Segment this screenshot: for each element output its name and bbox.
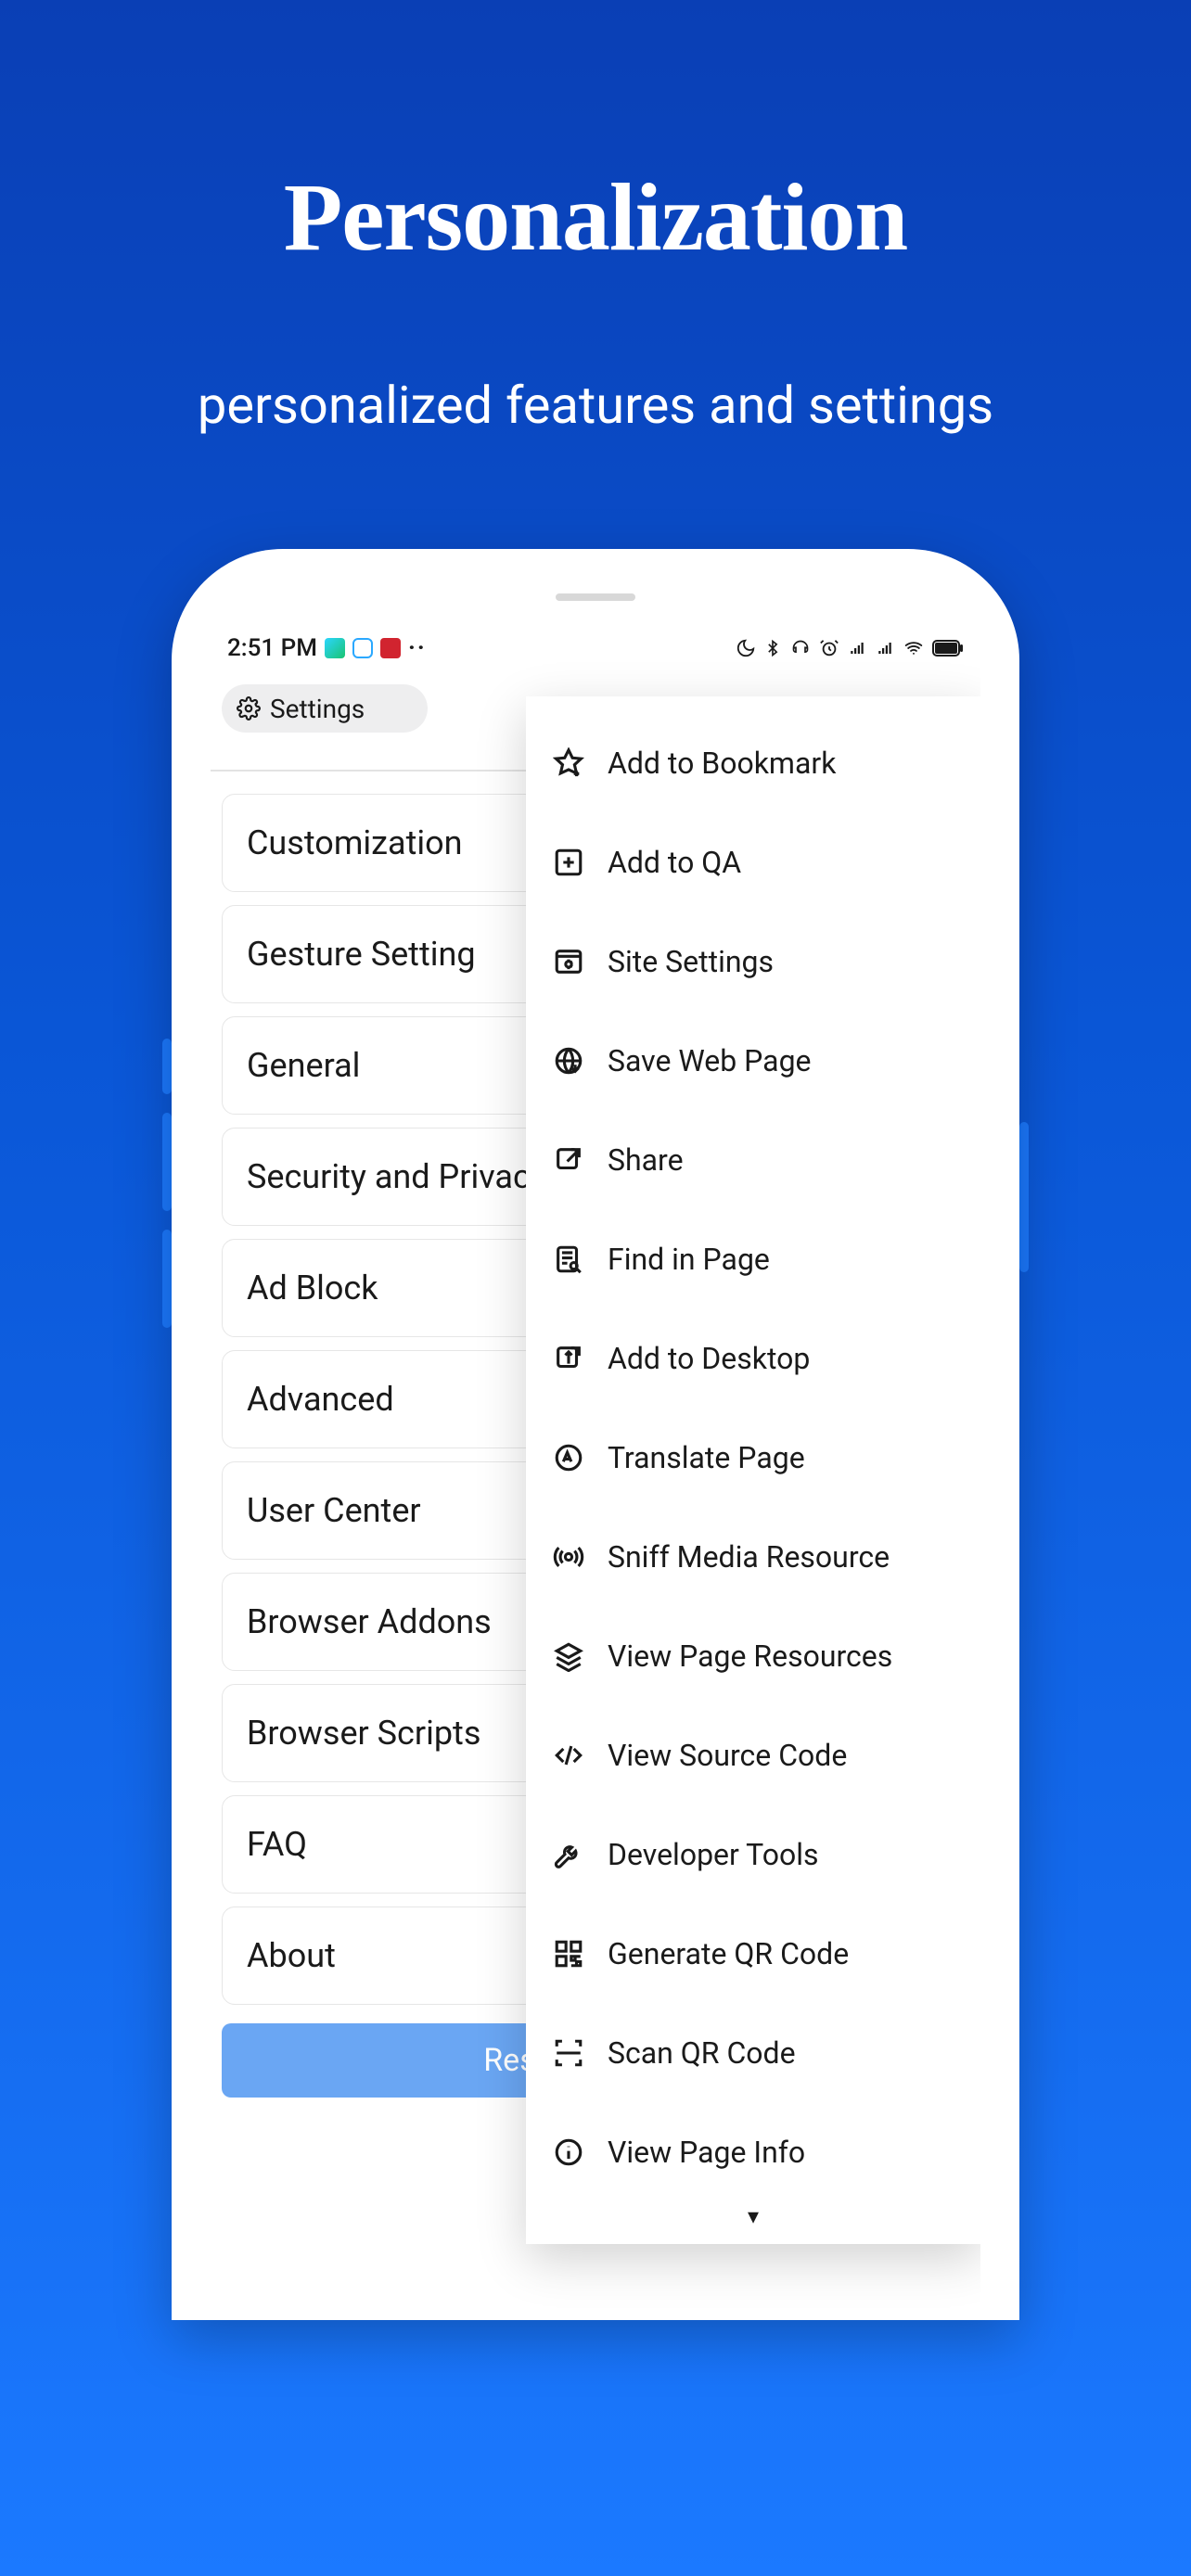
status-app-icon-1 <box>325 638 345 658</box>
settings-item-label: Browser Scripts <box>247 1714 480 1753</box>
settings-item-label: General <box>247 1046 360 1085</box>
status-app-icon-3 <box>380 638 401 658</box>
settings-item-label: Ad Block <box>247 1269 378 1307</box>
phone-volume-up <box>162 1113 172 1211</box>
devtools-icon <box>550 1836 587 1873</box>
menu-item-label: View Page Resources <box>608 1639 892 1674</box>
menu-item[interactable]: Generate QR Code <box>526 1904 980 2003</box>
site-settings-icon <box>550 943 587 980</box>
hero-subtitle: personalized features and settings <box>0 375 1191 436</box>
status-overflow-dots: ·· <box>408 634 427 662</box>
menu-item-label: Translate Page <box>608 1440 805 1475</box>
menu-item-label: Generate QR Code <box>608 1936 849 1971</box>
settings-item-label: Browser Addons <box>247 1602 492 1641</box>
code-icon <box>550 1737 587 1774</box>
menu-item[interactable]: Sniff Media Resource <box>526 1507 980 1606</box>
qr-scan-icon <box>550 2034 587 2072</box>
battery-icon <box>932 640 964 657</box>
phone-power-button <box>1019 1122 1029 1272</box>
menu-item[interactable]: Translate Page <box>526 1408 980 1507</box>
bluetooth-icon <box>763 638 782 658</box>
signal-2-icon <box>875 640 895 657</box>
settings-item-label: Advanced <box>247 1380 394 1419</box>
radio-icon <box>550 1538 587 1575</box>
marketing-hero: Personalization personalized features an… <box>0 0 1191 436</box>
status-app-icon-2 <box>352 638 373 658</box>
menu-item-label: Find in Page <box>608 1242 770 1277</box>
menu-item-label: Developer Tools <box>608 1837 819 1872</box>
settings-header[interactable]: Settings <box>222 684 428 733</box>
phone-volume-down <box>162 1230 172 1328</box>
menu-item[interactable]: Add to Desktop <box>526 1308 980 1408</box>
wifi-icon <box>903 639 925 657</box>
menu-item-label: Add to QA <box>608 845 741 880</box>
menu-item[interactable]: Share <box>526 1110 980 1209</box>
settings-item-label: User Center <box>247 1491 421 1530</box>
menu-item-label: Add to Desktop <box>608 1341 810 1376</box>
menu-item[interactable]: Save Web Page <box>526 1011 980 1110</box>
menu-item[interactable]: Site Settings <box>526 912 980 1011</box>
alarm-icon <box>819 638 839 658</box>
menu-item-label: Site Settings <box>608 944 774 979</box>
qr-generate-icon <box>550 1935 587 1972</box>
moon-icon <box>736 638 756 658</box>
menu-item-label: View Page Info <box>608 2135 805 2170</box>
translate-icon <box>550 1439 587 1476</box>
desktop-icon <box>550 1340 587 1377</box>
page-menu-list: Add to Bookmark Add to QA Site Settings Sav… <box>526 713 980 2201</box>
menu-item[interactable]: Add to Bookmark <box>526 713 980 812</box>
menu-item-label: Add to Bookmark <box>608 746 836 781</box>
menu-item[interactable]: Developer Tools <box>526 1804 980 1904</box>
menu-item[interactable]: Add to QA <box>526 812 980 912</box>
menu-item[interactable]: View Page Info <box>526 2102 980 2201</box>
save-page-icon <box>550 1042 587 1079</box>
star-plus-icon <box>550 745 587 782</box>
settings-item-label: Customization <box>247 823 463 862</box>
status-bar: 2:51 PM ·· <box>211 619 980 677</box>
settings-item-label: Security and Privacy <box>247 1157 546 1196</box>
menu-item[interactable]: Scan QR Code <box>526 2003 980 2102</box>
menu-item-label: Scan QR Code <box>608 2035 796 2071</box>
settings-item-label: FAQ <box>247 1825 307 1864</box>
phone-mute-switch <box>162 1039 172 1094</box>
phone-screen: 2:51 PM ·· <box>211 619 980 2320</box>
signal-1-icon <box>847 640 867 657</box>
menu-more-chevron[interactable]: ▾ <box>526 2201 980 2238</box>
settings-header-label: Settings <box>270 694 365 724</box>
layers-icon <box>550 1638 587 1675</box>
phone-speaker <box>556 593 635 601</box>
menu-item-label: Save Web Page <box>608 1043 812 1078</box>
settings-item-label: About <box>247 1936 336 1975</box>
menu-item[interactable]: Find in Page <box>526 1209 980 1308</box>
menu-item[interactable]: View Source Code <box>526 1705 980 1804</box>
menu-item-label: Sniff Media Resource <box>608 1539 890 1575</box>
gear-icon <box>237 696 261 721</box>
headphones-icon <box>789 639 812 657</box>
settings-item-label: Gesture Setting <box>247 935 476 974</box>
menu-item[interactable]: View Page Resources <box>526 1606 980 1705</box>
share-icon <box>550 1141 587 1179</box>
status-time: 2:51 PM <box>227 634 317 662</box>
find-icon <box>550 1241 587 1278</box>
menu-item-label: Share <box>608 1142 684 1178</box>
phone-mockup: 2:51 PM ·· <box>172 549 1019 2320</box>
info-icon <box>550 2134 587 2171</box>
hero-title: Personalization <box>0 162 1191 273</box>
page-menu-panel: Add to Bookmark Add to QA Site Settings Sav… <box>526 696 980 2244</box>
menu-item-label: View Source Code <box>608 1738 847 1773</box>
plus-square-icon <box>550 844 587 881</box>
